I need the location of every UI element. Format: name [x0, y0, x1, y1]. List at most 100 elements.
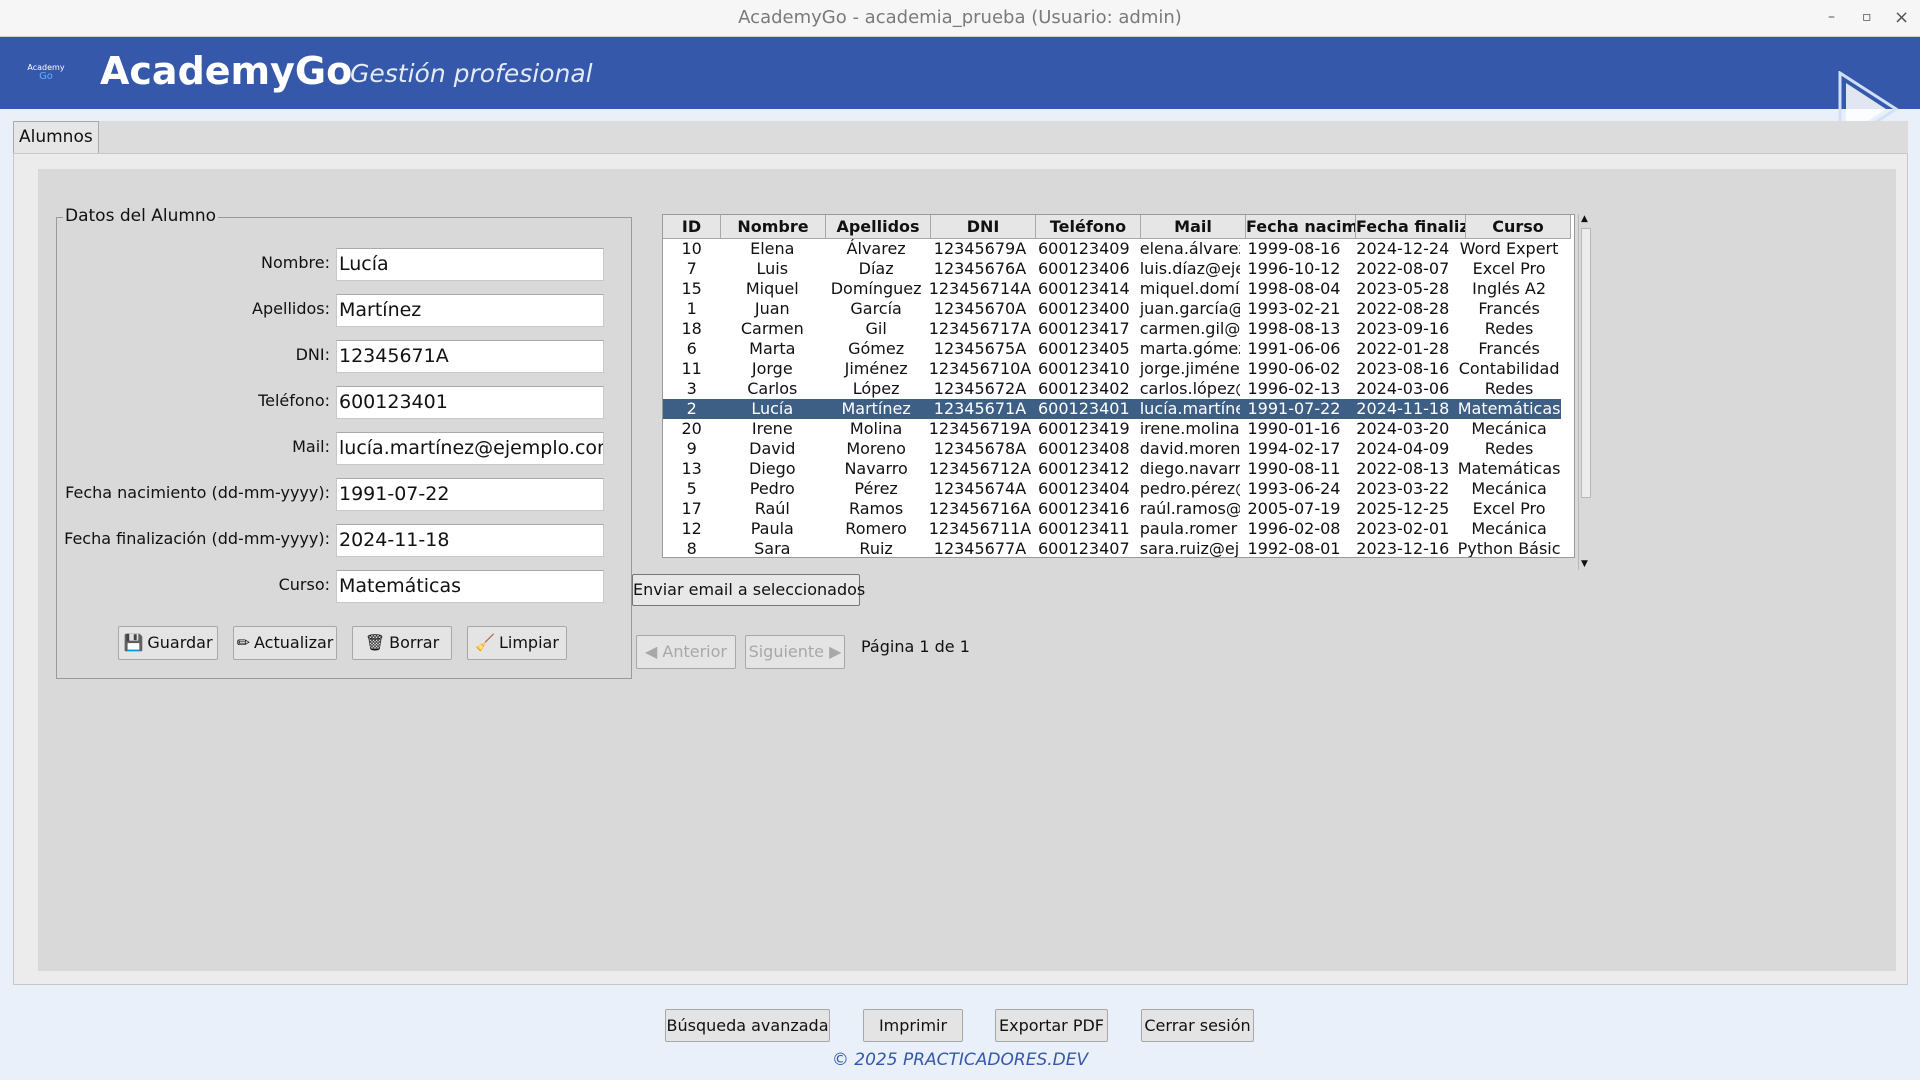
footer-copyright: © 2025 PRACTICADORES.DEV: [831, 1050, 1089, 1070]
dni-input[interactable]: 12345671A: [336, 340, 604, 373]
table-cell: Díaz: [858, 259, 894, 278]
minimize-icon[interactable]: –: [1828, 0, 1835, 35]
delete-button-label: Borrar: [389, 633, 440, 652]
table-cell: 13: [681, 459, 702, 478]
table-row[interactable]: 10 Elena Álvarez 12345679A 600123409 elena.ál…: [663, 239, 1561, 259]
students-panel: Datos del Alumno Nombre: Lucía Apellidos…: [38, 169, 1896, 971]
table-cell: 123456716A: [928, 499, 1032, 518]
table-cell: 1994-02-17: [1247, 439, 1341, 458]
table-cell: Romero: [845, 519, 907, 538]
table-cell: 600123401: [1038, 399, 1130, 418]
column-header[interactable]: Mail: [1141, 215, 1246, 239]
table-row[interactable]: 11 Jorge Jiménez 123456710A 600123410 jorge.j…: [663, 359, 1561, 379]
mail-input[interactable]: lucía.martínez@ejemplo.com: [336, 432, 604, 465]
apellidos-input[interactable]: Martínez: [336, 294, 604, 327]
next-page-button[interactable]: Siguiente ▶: [745, 635, 845, 669]
column-header[interactable]: DNI: [931, 215, 1036, 239]
table-row[interactable]: 18 Carmen Gil 123456717A 600123417 carmen.gil…: [663, 319, 1561, 339]
table-cell: 20: [681, 419, 702, 438]
table-cell: Gómez: [848, 339, 905, 358]
table-cell: Miquel: [745, 279, 799, 298]
table-cell: 17: [681, 499, 702, 518]
table-cell: 2005-07-19: [1247, 499, 1341, 518]
field-row-apellidos: Apellidos: Martínez: [57, 294, 633, 328]
close-icon[interactable]: ×: [1894, 0, 1909, 35]
table-row[interactable]: 8 Sara Ruiz 12345677A 600123407 sara.ruiz@eje…: [663, 539, 1561, 558]
table-cell: 600123406: [1038, 259, 1130, 278]
delete-button[interactable]: 🗑 Borrar: [352, 626, 452, 660]
table-cell: 1996-02-13: [1247, 379, 1341, 398]
scroll-down-icon[interactable]: ▼: [1581, 559, 1588, 569]
table-cell: 1990-08-11: [1247, 459, 1341, 478]
print-button[interactable]: Imprimir: [863, 1009, 963, 1042]
nombre-input[interactable]: Lucía: [336, 248, 604, 281]
column-header[interactable]: Teléfono: [1036, 215, 1141, 239]
update-button[interactable]: ✏ Actualizar: [233, 626, 337, 660]
table-row[interactable]: 3 Carlos López 12345672A 600123402 carlos.lóp…: [663, 379, 1561, 399]
table-cell: 2024-12-24: [1356, 239, 1450, 258]
window-title: AcademyGo - academia_prueba (Usuario: ad…: [738, 7, 1182, 28]
students-table[interactable]: ID Nombre Apellidos DNI Teléfono Mail Fecha na…: [662, 214, 1575, 558]
table-scrollbar[interactable]: ▲ ▼: [1578, 214, 1593, 570]
table-row[interactable]: 1 Juan García 12345670A 600123400 juan.garcía…: [663, 299, 1561, 319]
send-email-button[interactable]: Enviar email a seleccionados: [632, 574, 865, 606]
table-cell: 11: [681, 359, 702, 378]
tab-alumnos[interactable]: Alumnos: [13, 121, 99, 153]
scroll-up-icon[interactable]: ▲: [1581, 214, 1588, 224]
table-row[interactable]: 13 Diego Navarro 123456712A 600123412 diego.n…: [663, 459, 1561, 479]
table-cell: Marta: [749, 339, 796, 358]
field-row-mail: Mail: lucía.martínez@ejemplo.com: [57, 432, 633, 466]
column-header[interactable]: Fecha finaliz: [1356, 215, 1466, 239]
fecha-finalizacion-input[interactable]: 2024-11-18: [336, 524, 604, 557]
table-cell: diego.navarr: [1139, 459, 1240, 478]
logo-bottom-text: Go: [39, 71, 53, 82]
table-row[interactable]: 12 Paula Romero 123456711A 600123411 paula.ro…: [663, 519, 1561, 539]
table-cell: Francés: [1478, 299, 1540, 318]
table-cell: 8: [686, 539, 697, 558]
window-titlebar: AcademyGo - academia_prueba (Usuario: ad…: [0, 0, 1920, 37]
save-button[interactable]: 💾 Guardar: [118, 626, 218, 660]
column-header[interactable]: ID: [663, 215, 721, 239]
table-row[interactable]: 5 Pedro Pérez 12345674A 600123404 pedro.pérez…: [663, 479, 1561, 499]
table-cell: 1996-10-12: [1247, 259, 1341, 278]
scrollbar-thumb[interactable]: [1581, 228, 1591, 498]
table-cell: Carlos: [747, 379, 798, 398]
curso-input[interactable]: Matemáticas: [336, 570, 604, 603]
table-header: ID Nombre Apellidos DNI Teléfono Mail Fecha na…: [663, 215, 1571, 239]
table-cell: 1992-08-01: [1247, 539, 1341, 558]
table-row[interactable]: 9 David Moreno 12345678A 600123408 david.more…: [663, 439, 1561, 459]
table-row[interactable]: 2 Lucía Martínez 12345671A 600123401 lucía.ma…: [663, 399, 1561, 419]
maximize-icon[interactable]: ▫: [1862, 0, 1872, 35]
apellidos-label: Apellidos:: [252, 299, 330, 318]
table-cell: luis.díaz@eje: [1139, 259, 1240, 278]
table-cell: Pedro: [749, 479, 795, 498]
table-cell: Elena: [750, 239, 795, 258]
previous-page-button[interactable]: ◀ Anterior: [636, 635, 736, 669]
export-pdf-button[interactable]: Exportar PDF: [995, 1009, 1108, 1042]
fecha-nacimiento-label: Fecha nacimiento (dd-mm-yyyy):: [65, 483, 330, 502]
fecha-nacimiento-input[interactable]: 1991-07-22: [336, 478, 604, 511]
table-cell: 2025-12-25: [1356, 499, 1450, 518]
table-row[interactable]: 6 Marta Gómez 12345675A 600123405 marta.gómez…: [663, 339, 1561, 359]
table-cell: Gil: [865, 319, 887, 338]
telefono-input[interactable]: 600123401: [336, 386, 604, 419]
column-header[interactable]: Apellidos: [826, 215, 931, 239]
logout-button[interactable]: Cerrar sesión: [1141, 1009, 1254, 1042]
table-cell: 2023-09-16: [1356, 319, 1450, 338]
column-header[interactable]: Fecha nacimi: [1246, 215, 1356, 239]
pencil-icon: ✏: [236, 633, 251, 652]
table-cell: 600123412: [1038, 459, 1130, 478]
clear-button[interactable]: 🧹 Limpiar: [467, 626, 567, 660]
table-cell: 123456711A: [928, 519, 1032, 538]
table-row[interactable]: 20 Irene Molina 123456719A 600123419 irene.mo…: [663, 419, 1561, 439]
table-cell: carmen.gil@: [1139, 319, 1240, 338]
table-cell: Paula: [750, 519, 794, 538]
column-header[interactable]: Curso: [1466, 215, 1571, 239]
table-cell: 6: [686, 339, 697, 358]
column-header[interactable]: Nombre: [721, 215, 826, 239]
table-cell: Navarro: [844, 459, 908, 478]
table-row[interactable]: 7 Luis Díaz 12345676A 600123406 luis.díaz@eje…: [663, 259, 1561, 279]
table-row[interactable]: 17 Raúl Ramos 123456716A 600123416 raúl.ramos…: [663, 499, 1561, 519]
advanced-search-button[interactable]: Búsqueda avanzada: [665, 1009, 830, 1042]
table-row[interactable]: 15 Miquel Domínguez 123456714A 600123414 miqu…: [663, 279, 1561, 299]
